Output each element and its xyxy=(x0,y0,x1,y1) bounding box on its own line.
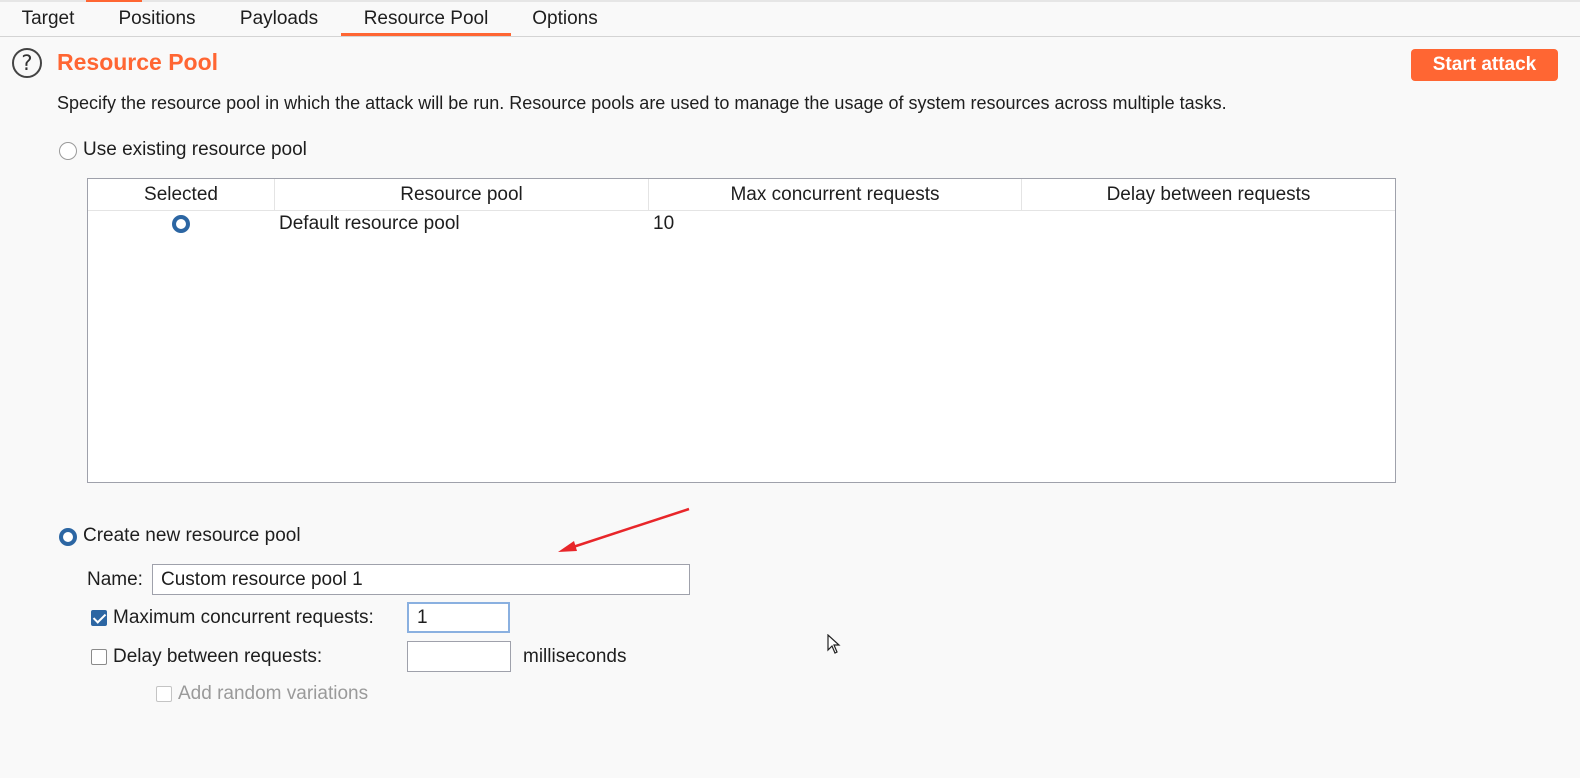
row-max-concurrent: 10 xyxy=(653,213,675,234)
start-attack-button[interactable]: Start attack xyxy=(1411,49,1558,81)
column-header-resource-pool[interactable]: Resource pool xyxy=(275,179,649,210)
help-icon[interactable]: ? xyxy=(12,48,42,78)
delay-unit-label: milliseconds xyxy=(523,646,627,667)
pool-name-input[interactable] xyxy=(152,564,690,595)
tab-payloads[interactable]: Payloads xyxy=(228,2,330,36)
column-header-delay[interactable]: Delay between requests xyxy=(1022,179,1395,210)
tab-target[interactable]: Target xyxy=(8,2,88,36)
mouse-cursor-icon xyxy=(827,634,841,654)
create-new-pool-label: Create new resource pool xyxy=(83,525,301,546)
use-existing-pool-radio[interactable] xyxy=(59,142,77,160)
tab-options[interactable]: Options xyxy=(520,2,610,36)
tab-positions[interactable]: Positions xyxy=(106,2,208,36)
delay-checkbox[interactable] xyxy=(91,649,107,665)
section-description: Specify the resource pool in which the a… xyxy=(57,93,1227,113)
table-header: Selected Resource pool Max concurrent re… xyxy=(88,179,1395,211)
random-variations-label: Add random variations xyxy=(178,683,369,704)
tab-bar: Target Positions Payloads Resource Pool … xyxy=(0,2,1580,37)
delay-label: Delay between requests: xyxy=(113,646,323,667)
delay-input[interactable] xyxy=(407,641,511,672)
column-header-selected[interactable]: Selected xyxy=(88,179,275,210)
name-label: Name: xyxy=(87,569,143,590)
create-new-pool-radio[interactable] xyxy=(59,528,77,546)
use-existing-pool-label: Use existing resource pool xyxy=(83,139,307,160)
section-title: Resource Pool xyxy=(57,49,219,75)
row-selected-radio[interactable] xyxy=(172,215,190,233)
random-variations-checkbox[interactable] xyxy=(156,686,172,702)
max-concurrent-label: Maximum concurrent requests: xyxy=(113,607,374,628)
resource-pool-table: Selected Resource pool Max concurrent re… xyxy=(87,178,1396,483)
annotation-arrow-icon xyxy=(558,507,690,552)
tab-resource-pool[interactable]: Resource Pool xyxy=(341,2,511,36)
row-resource-pool-name: Default resource pool xyxy=(279,213,460,234)
max-concurrent-checkbox[interactable] xyxy=(91,610,107,626)
max-concurrent-input[interactable] xyxy=(407,602,510,633)
column-header-max-concurrent[interactable]: Max concurrent requests xyxy=(649,179,1022,210)
